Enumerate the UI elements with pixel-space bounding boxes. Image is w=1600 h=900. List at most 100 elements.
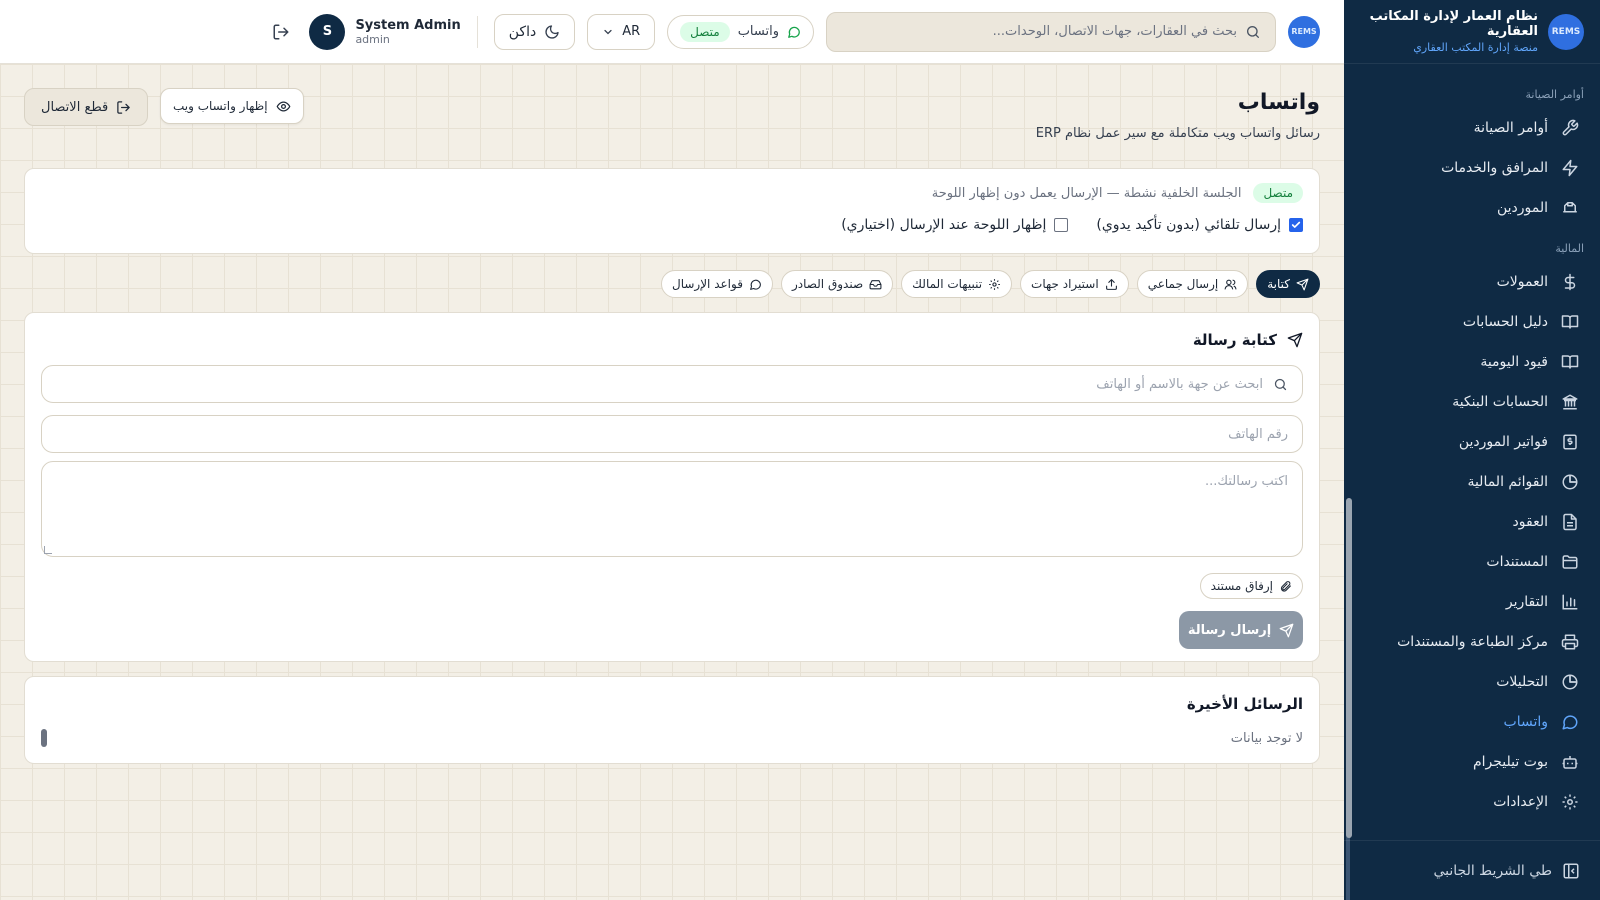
tab-compose[interactable]: كتابة — [1256, 270, 1320, 298]
book-open-icon — [1560, 352, 1580, 372]
auto-send-label: إرسال تلقائي (بدون تأكيد يدوي) — [1096, 217, 1281, 233]
sidebar-item-label: التحليلات — [1496, 674, 1548, 690]
sidebar-item-label: العقود — [1512, 514, 1548, 530]
recent-messages-card: الرسائل الأخيرة لا توجد بيانات — [24, 676, 1320, 764]
language-select[interactable]: AR — [587, 13, 656, 50]
show-panel-label: إظهار اللوحة عند الإرسال (اختياري) — [841, 217, 1047, 233]
user-name: System Admin — [355, 17, 461, 33]
user-menu[interactable]: System Admin admin S — [309, 13, 461, 50]
sidebar-section-title: المالية — [1555, 241, 1584, 255]
sidebar-item-chart-of-accounts[interactable]: دليل الحسابات — [1344, 302, 1600, 342]
sidebar-item-commissions[interactable]: العمولات — [1344, 262, 1600, 302]
attach-label: إرفاق مستند — [1210, 579, 1273, 593]
disconnect-button[interactable]: قطع الاتصال — [24, 88, 149, 126]
sidebar-item-label: الإعدادات — [1493, 794, 1548, 810]
logout-button[interactable] — [265, 16, 297, 48]
send-message-button[interactable]: إرسال رسالة — [1179, 611, 1303, 649]
dollar-icon — [1560, 272, 1580, 292]
tab-label: إرسال جماعي — [1147, 277, 1219, 291]
tab-owner-alerts[interactable]: تنبيهات المالك — [901, 270, 1013, 298]
sidebar-item-utilities[interactable]: المرافق والخدمات — [1344, 148, 1600, 188]
contact-search-input[interactable]: ابحث عن جهة بالاسم أو الهاتف — [41, 365, 1303, 403]
sidebar-item-suppliers[interactable]: الموردين — [1344, 188, 1600, 228]
header-logo[interactable]: REMS — [1288, 15, 1320, 48]
gear-icon — [1560, 792, 1580, 812]
sidebar-item-settings[interactable]: الإعدادات — [1344, 782, 1600, 822]
sidebar-item-label: الموردين — [1496, 200, 1548, 216]
whatsapp-label: واتساب — [737, 24, 779, 39]
collapse-sidebar-button[interactable]: طي الشريط الجانبي — [1344, 840, 1600, 900]
phone-number-input[interactable]: رقم الهاتف — [41, 415, 1303, 453]
search-icon — [1245, 24, 1261, 40]
resize-handle-icon[interactable] — [44, 546, 52, 554]
page-subtitle: رسائل واتساب ويب متكاملة مع سير عمل نظام… — [1035, 126, 1320, 141]
logout-icon — [116, 100, 131, 115]
avatar: S — [309, 13, 346, 50]
sidebar-item-print-center[interactable]: مركز الطباعة والمستندات — [1344, 622, 1600, 662]
upload-icon — [1105, 278, 1118, 291]
show-panel-checkbox[interactable]: إظهار اللوحة عند الإرسال (اختياري) — [841, 217, 1069, 233]
whatsapp-tabs: كتابة إرسال جماعي استيراد جهات تنبيهات ا… — [660, 270, 1320, 298]
status-badge: متصل — [1253, 183, 1303, 203]
header-divider — [476, 15, 478, 48]
message-icon — [749, 278, 762, 291]
checkbox-unchecked-icon[interactable] — [1054, 218, 1069, 232]
sidebar-section-title: أوامر الصيانة — [1525, 87, 1584, 101]
show-web-label: إظهار واتساب ويب — [173, 99, 268, 113]
bar-chart-icon — [1560, 592, 1580, 612]
sidebar-item-financial-statements[interactable]: القوائم المالية — [1344, 462, 1600, 502]
checkbox-checked-icon[interactable] — [1289, 218, 1303, 232]
global-search-input[interactable]: بحث في العقارات، جهات الاتصال، الوحدات..… — [826, 11, 1276, 52]
sidebar-item-label: المستندات — [1486, 554, 1548, 570]
sidebar-item-documents[interactable]: المستندات — [1344, 542, 1600, 582]
tab-bulk-send[interactable]: إرسال جماعي — [1136, 270, 1249, 298]
sidebar-item-analytics[interactable]: التحليلات — [1344, 662, 1600, 702]
scroll-indicator[interactable] — [41, 729, 47, 747]
sidebar-item-maintenance-orders[interactable]: أوامر الصيانة — [1344, 108, 1600, 148]
auto-send-checkbox[interactable]: إرسال تلقائي (بدون تأكيد يدوي) — [1096, 217, 1303, 233]
sidebar-item-supplier-invoices[interactable]: فواتير الموردين — [1344, 422, 1600, 462]
users-icon — [1224, 278, 1237, 291]
recent-title: الرسائل الأخيرة — [1186, 695, 1303, 713]
sidebar-item-contracts[interactable]: العقود — [1344, 502, 1600, 542]
tab-label: تنبيهات المالك — [912, 277, 983, 291]
sidebar-item-journal-entries[interactable]: قيود اليومية — [1344, 342, 1600, 382]
main-content: واتساب رسائل واتساب ويب متكاملة مع سير ع… — [0, 64, 1352, 900]
analytics-icon — [1560, 672, 1580, 692]
bank-icon — [1560, 392, 1580, 412]
compose-title-text: كتابة رسالة — [1192, 331, 1277, 349]
sidebar-item-label: الحسابات البنكية — [1452, 394, 1548, 410]
app-logo: REMS — [1548, 13, 1584, 50]
tab-label: استيراد جهات — [1031, 277, 1099, 291]
show-whatsapp-web-button[interactable]: إظهار واتساب ويب — [160, 88, 304, 124]
theme-toggle-button[interactable]: داكن — [493, 13, 576, 50]
disconnect-label: قطع الاتصال — [41, 99, 109, 115]
main-scrollbar-thumb[interactable] — [1346, 498, 1352, 838]
sidebar-item-label: مركز الطباعة والمستندات — [1397, 634, 1548, 650]
folder-icon — [1560, 552, 1580, 572]
file-icon — [1560, 512, 1580, 532]
sidebar-brand[interactable]: REMS نظام العمار لإدارة المكاتب العقارية… — [1344, 0, 1600, 64]
user-role: admin — [355, 32, 390, 46]
message-placeholder: اكتب رسالتك... — [1205, 474, 1288, 489]
sidebar-item-label: فواتير الموردين — [1458, 434, 1548, 450]
whatsapp-status-pill[interactable]: واتساب متصل — [667, 14, 814, 49]
sidebar-item-telegram-bot[interactable]: بوت تيليجرام — [1344, 742, 1600, 782]
chevron-down-icon — [602, 26, 614, 38]
tab-send-rules[interactable]: قواعد الإرسال — [660, 270, 773, 298]
tab-import-contacts[interactable]: استيراد جهات — [1020, 270, 1129, 298]
message-textarea[interactable]: اكتب رسالتك... — [41, 461, 1303, 557]
empty-state-text: لا توجد بيانات — [1230, 731, 1303, 746]
zap-icon — [1560, 158, 1580, 178]
attach-document-button[interactable]: إرفاق مستند — [1199, 573, 1303, 599]
tab-outbox[interactable]: صندوق الصادر — [780, 270, 894, 298]
sidebar-item-label: العمولات — [1496, 274, 1548, 290]
send-icon — [1279, 623, 1294, 638]
sidebar-item-reports[interactable]: التقارير — [1344, 582, 1600, 622]
sidebar-item-bank-accounts[interactable]: الحسابات البنكية — [1344, 382, 1600, 422]
inbox-icon — [869, 278, 882, 291]
compose-message-card: كتابة رسالة ابحث عن جهة بالاسم أو الهاتف… — [24, 312, 1320, 662]
send-icon — [1287, 332, 1303, 348]
logout-icon — [272, 23, 290, 41]
sidebar-item-whatsapp[interactable]: واتساب — [1344, 702, 1600, 742]
